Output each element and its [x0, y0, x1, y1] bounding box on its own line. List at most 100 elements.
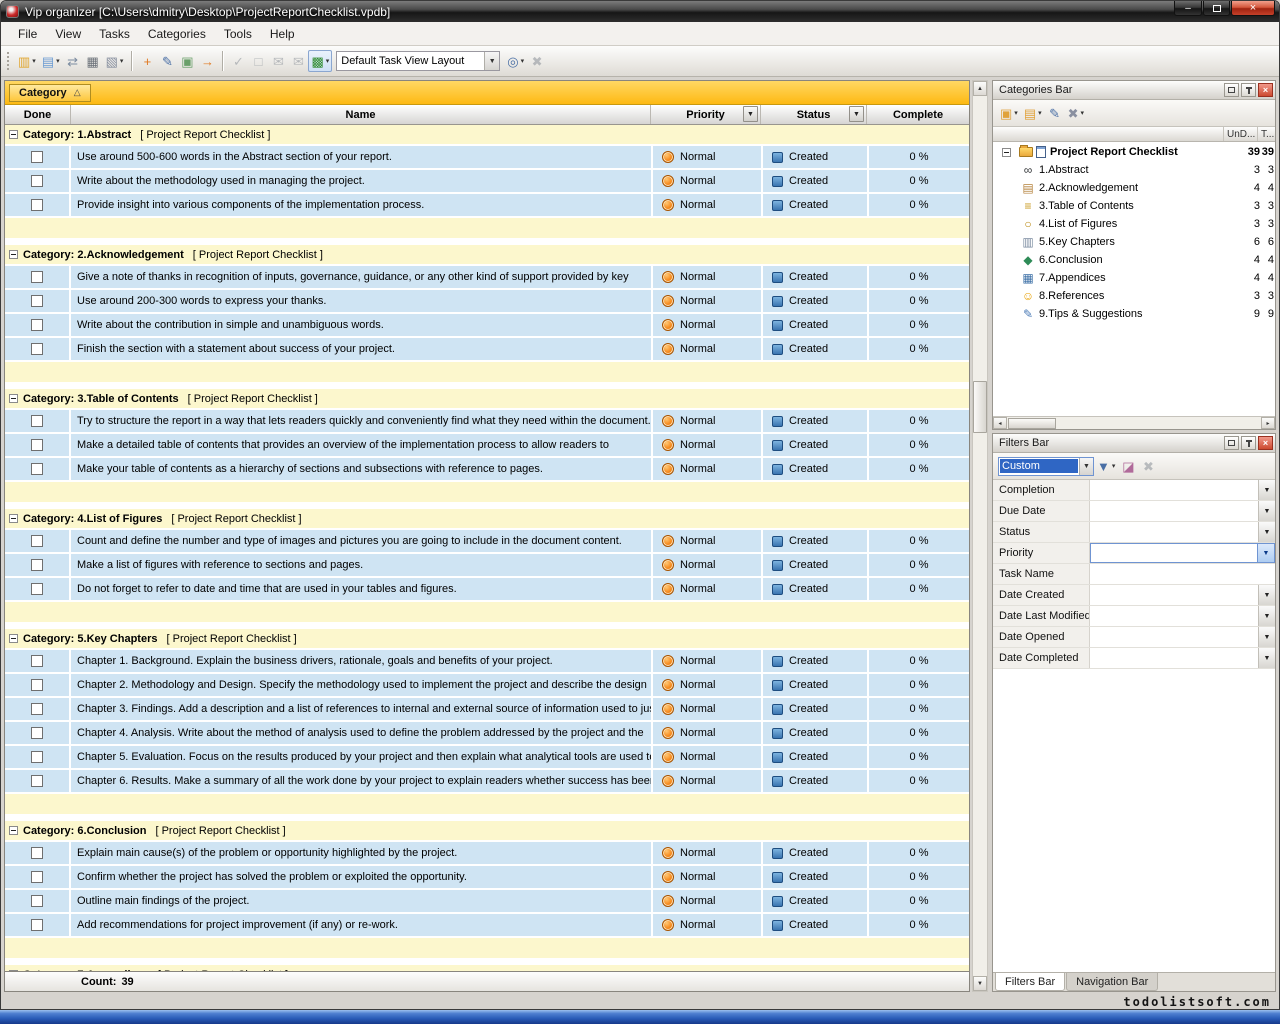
new-task-button[interactable]: +: [137, 50, 157, 72]
status-filter-dropdown[interactable]: ▼: [849, 106, 864, 122]
task-row[interactable]: Make a detailed table of contents that p…: [5, 434, 969, 456]
new-subcategory-button[interactable]: ▤▾: [1021, 102, 1045, 124]
new-category-button[interactable]: ▣▾: [997, 102, 1021, 124]
menu-file[interactable]: File: [9, 24, 46, 44]
task-row[interactable]: Finish the section with a statement abou…: [5, 338, 969, 360]
task-row[interactable]: Use around 500-600 words in the Abstract…: [5, 146, 969, 168]
move-task-button[interactable]: →: [197, 50, 217, 72]
scrollbar-thumb[interactable]: [973, 381, 987, 433]
task-row[interactable]: Chapter 2. Methodology and Design. Speci…: [5, 674, 969, 696]
tree-item-8-references[interactable]: ☺8.References33: [993, 287, 1275, 305]
filter-value-field[interactable]: ▼: [1090, 522, 1275, 542]
task-row[interactable]: Chapter 5. Evaluation. Focus on the resu…: [5, 746, 969, 768]
task-row[interactable]: Chapter 4. Analysis. Write about the met…: [5, 722, 969, 744]
task-checkbox[interactable]: [31, 295, 43, 307]
scrollbar-track[interactable]: [973, 96, 987, 976]
collapse-icon[interactable]: [9, 514, 18, 523]
menu-tools[interactable]: Tools: [215, 24, 261, 44]
collapse-icon[interactable]: [9, 394, 18, 403]
filter-value-field[interactable]: ▼: [1090, 501, 1275, 521]
scroll-right-button[interactable]: ▸: [1261, 417, 1275, 429]
horizontal-scrollbar[interactable]: ◂ ▸: [993, 416, 1275, 429]
task-row[interactable]: Provide insight into various components …: [5, 194, 969, 216]
task-checkbox[interactable]: [31, 655, 43, 667]
scroll-up-button[interactable]: ▲: [973, 81, 987, 96]
maximize-button[interactable]: [1203, 1, 1230, 16]
task-row[interactable]: Give a note of thanks in recognition of …: [5, 266, 969, 288]
minimize-button[interactable]: –: [1174, 1, 1202, 16]
tree-item-6-conclusion[interactable]: ◆6.Conclusion44: [993, 251, 1275, 269]
delete-category-button[interactable]: ✖▾: [1065, 102, 1087, 124]
edit-task-button[interactable]: ✎: [157, 50, 177, 72]
task-checkbox[interactable]: [31, 679, 43, 691]
filter-dropdown-button[interactable]: ▼: [1257, 544, 1274, 562]
filter-dropdown-button[interactable]: ▼: [1258, 522, 1275, 542]
task-checkbox[interactable]: [31, 895, 43, 907]
apply-filter-button[interactable]: ▼▾: [1094, 455, 1118, 477]
panel-pin-button[interactable]: [1241, 83, 1256, 97]
mark-complete-button[interactable]: ✓: [228, 50, 248, 72]
panel-close-button[interactable]: ×: [1258, 436, 1273, 450]
tab-filters-bar[interactable]: Filters Bar: [995, 973, 1065, 991]
filter-value-field[interactable]: [1090, 564, 1275, 584]
filter-dropdown-button[interactable]: ▼: [1258, 501, 1275, 521]
tree-item-9-tips-suggestions[interactable]: ✎9.Tips & Suggestions99: [993, 305, 1275, 323]
filter-value-field[interactable]: ▼: [1090, 480, 1275, 500]
column-complete[interactable]: Complete: [867, 105, 969, 124]
task-checkbox[interactable]: [31, 871, 43, 883]
send-task-email-button[interactable]: ✉: [268, 50, 288, 72]
task-checkbox[interactable]: [31, 175, 43, 187]
panel-float-button[interactable]: [1224, 436, 1239, 450]
email-notification-button[interactable]: ✉: [288, 50, 308, 72]
tree-item-1-abstract[interactable]: ∞1.Abstract33: [993, 161, 1275, 179]
tree-column-total[interactable]: T...: [1258, 127, 1275, 141]
task-row[interactable]: Make a list of figures with reference to…: [5, 554, 969, 576]
tree-item-root[interactable]: Project Report Checklist3939: [993, 143, 1275, 161]
category-group-header[interactable]: Category: 1.Abstract[ Project Report Che…: [5, 125, 969, 144]
filter-value-field[interactable]: ▼: [1090, 606, 1275, 626]
task-checkbox[interactable]: [31, 415, 43, 427]
category-group-header[interactable]: Category: 5.Key Chapters[ Project Report…: [5, 629, 969, 648]
collapse-icon[interactable]: [9, 130, 18, 139]
filter-dropdown-button[interactable]: ▼: [1258, 606, 1275, 626]
task-view-mode-button[interactable]: ▩▾: [308, 50, 332, 72]
scroll-left-button[interactable]: ◂: [993, 417, 1007, 429]
manage-layouts-button[interactable]: ◎▾: [504, 50, 527, 72]
panel-float-button[interactable]: [1224, 83, 1239, 97]
task-checkbox[interactable]: [31, 727, 43, 739]
open-database-button[interactable]: ▤▾: [39, 50, 63, 72]
tab-navigation-bar[interactable]: Navigation Bar: [1066, 973, 1158, 991]
filter-value-field[interactable]: ▼: [1090, 543, 1275, 563]
task-checkbox[interactable]: [31, 919, 43, 931]
collapse-icon[interactable]: [9, 250, 18, 259]
priority-filter-dropdown[interactable]: ▼: [743, 106, 758, 122]
database-backup-button[interactable]: ⇄: [63, 50, 83, 72]
task-checkbox[interactable]: [31, 151, 43, 163]
combo-dropdown-button[interactable]: ▼: [484, 52, 499, 70]
scroll-down-button[interactable]: ▼: [973, 976, 987, 991]
delete-layout-button[interactable]: ✖: [527, 50, 547, 72]
filter-value-field[interactable]: ▼: [1090, 648, 1275, 668]
task-row[interactable]: Chapter 3. Findings. Add a description a…: [5, 698, 969, 720]
task-row[interactable]: Write about the methodology used in mana…: [5, 170, 969, 192]
tree-item-7-appendices[interactable]: ▦7.Appendices44: [993, 269, 1275, 287]
task-row[interactable]: Chapter 6. Results. Make a summary of al…: [5, 770, 969, 792]
column-status[interactable]: Status ▼: [761, 105, 867, 124]
task-row[interactable]: Make your table of contents as a hierarc…: [5, 458, 969, 480]
task-checkbox[interactable]: [31, 559, 43, 571]
new-database-button[interactable]: ▥▾: [15, 50, 39, 72]
edit-category-button[interactable]: ✎: [1045, 102, 1065, 124]
task-checkbox[interactable]: [31, 775, 43, 787]
menu-categories[interactable]: Categories: [139, 24, 215, 44]
task-row[interactable]: Confirm whether the project has solved t…: [5, 866, 969, 888]
clear-filter-button[interactable]: ◪: [1118, 455, 1138, 477]
filter-dropdown-button[interactable]: ▼: [1258, 480, 1275, 500]
task-checkbox[interactable]: [31, 847, 43, 859]
task-row[interactable]: Chapter 1. Background. Explain the busin…: [5, 650, 969, 672]
collapse-icon[interactable]: [1002, 148, 1011, 157]
duplicate-task-button[interactable]: ▣: [177, 50, 197, 72]
tree-item-5-key-chapters[interactable]: ▥5.Key Chapters66: [993, 233, 1275, 251]
delete-filter-button[interactable]: ✖: [1138, 455, 1158, 477]
collapse-icon[interactable]: [9, 970, 18, 971]
category-group-header[interactable]: Category: 4.List of Figures[ Project Rep…: [5, 509, 969, 528]
